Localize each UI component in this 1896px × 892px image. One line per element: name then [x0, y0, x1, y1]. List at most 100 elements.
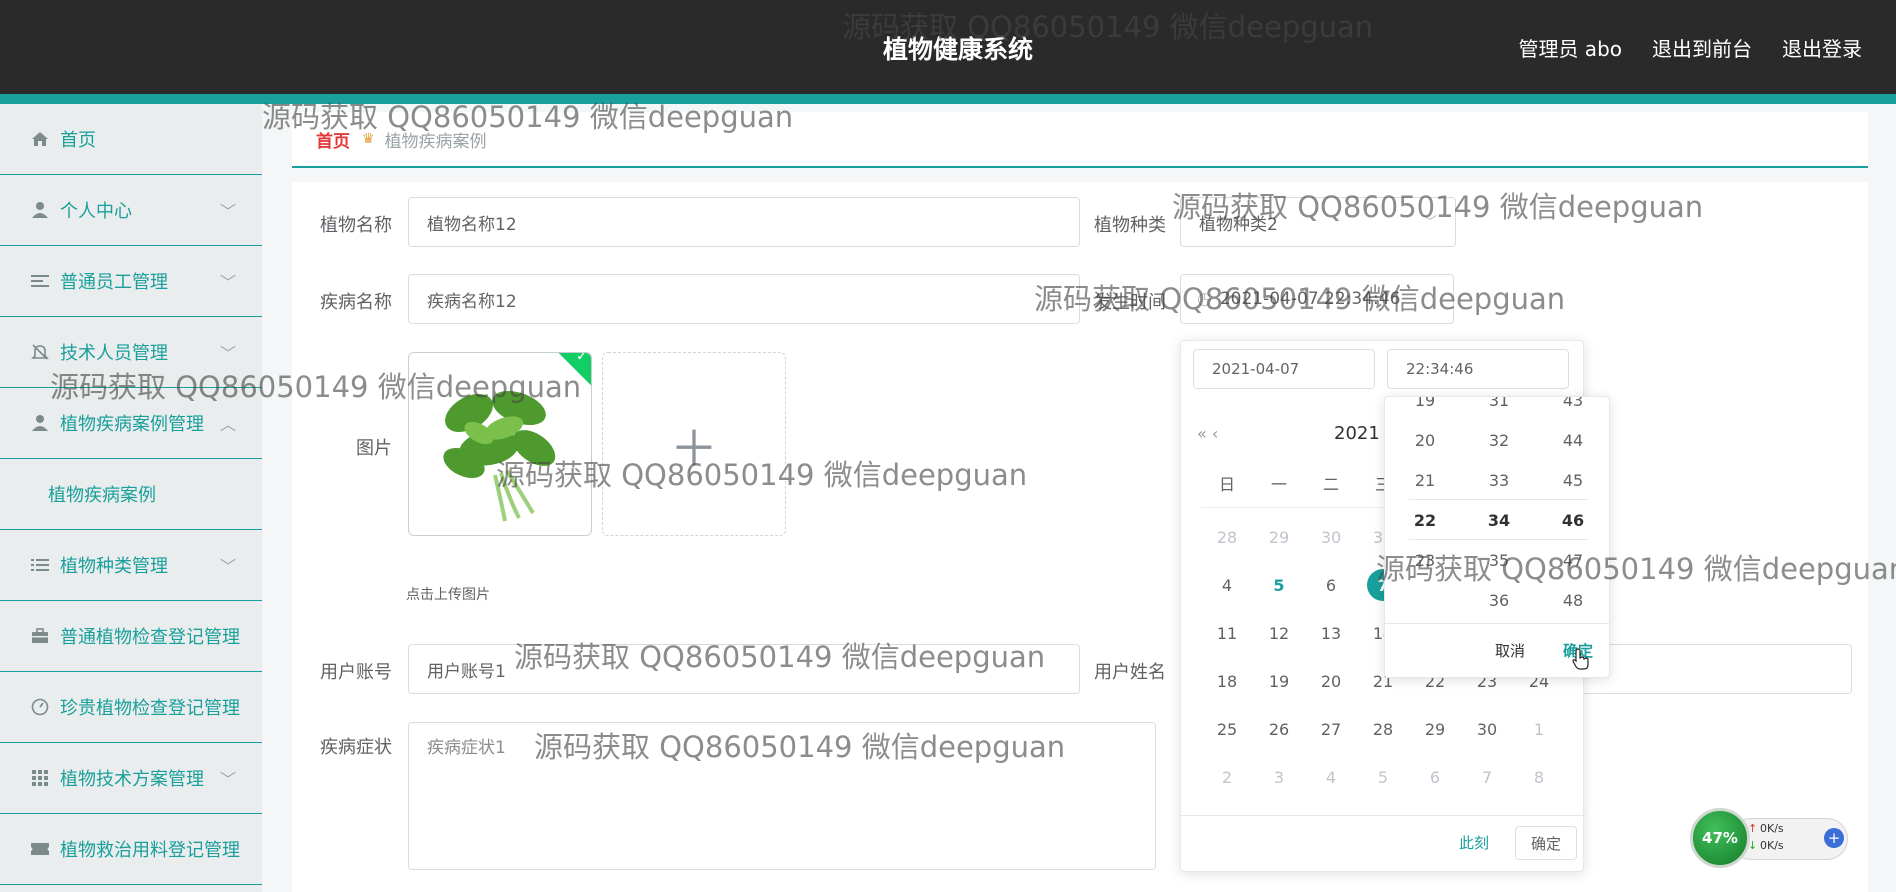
symptom-label: 疾病症状 [320, 737, 392, 758]
sidebar-item-staff-management[interactable]: 普通员工管理 ﹀ [0, 246, 262, 317]
time-option[interactable]: 32 [1469, 421, 1529, 461]
time-option[interactable]: 43 [1543, 397, 1603, 421]
time-option[interactable]: 36 [1469, 581, 1529, 621]
clock-icon: ◷ [1197, 289, 1212, 309]
sidebar-item-label: 植物疾病案例管理 [60, 414, 204, 435]
time-option[interactable] [1395, 581, 1455, 621]
time-option[interactable]: 44 [1543, 421, 1603, 461]
sidebar-item-common-inspection[interactable]: 普通植物检查登记管理 [0, 601, 262, 672]
time-cancel-button[interactable]: 取消 [1495, 640, 1525, 661]
disease-name-input[interactable]: 疾病名称12 [408, 274, 1080, 324]
calendar-day[interactable]: 4 [1201, 561, 1253, 609]
prev-year-month-icons[interactable]: « ‹ [1197, 424, 1218, 443]
plus-icon[interactable]: + [1824, 828, 1844, 848]
calendar-day[interactable]: 13 [1305, 609, 1357, 657]
sidebar-item-plant-type-management[interactable]: 植物种类管理 ﹀ [0, 530, 262, 601]
time-option[interactable]: 19 [1395, 397, 1455, 421]
calendar-day-today[interactable]: 5 [1253, 561, 1305, 609]
time-option[interactable]: 46 [1543, 501, 1603, 541]
now-button[interactable]: 此刻 [1459, 832, 1489, 853]
breadcrumb-home[interactable]: 首页 [316, 127, 350, 152]
account-label: 用户账号 [320, 662, 392, 683]
sidebar-item-treatment-material[interactable]: 植物救治用料登记管理 [0, 814, 262, 885]
download-speed: 0K/s [1760, 839, 1784, 852]
logout-link[interactable]: 退出登录 [1782, 33, 1862, 62]
hand-cursor-icon [1572, 648, 1589, 670]
sidebar-item-label: 植物救治用料登记管理 [60, 840, 240, 861]
picker-ok-button[interactable]: 确定 [1515, 826, 1577, 860]
sidebar-item-disease-case-management[interactable]: 植物疾病案例管理 ︿ [0, 388, 262, 459]
weekday-label: 二 [1322, 475, 1339, 494]
download-arrow-icon: ↓ [1748, 839, 1758, 852]
time-option[interactable]: 23 [1395, 541, 1455, 581]
calendar-day[interactable]: 8 [1513, 753, 1565, 801]
sidebar-item-label: 普通植物检查登记管理 [60, 627, 240, 648]
calendar-day[interactable]: 18 [1201, 657, 1253, 705]
calendar-day[interactable]: 12 [1253, 609, 1305, 657]
time-option[interactable]: 31 [1469, 397, 1529, 421]
sidebar-item-tech-plan-management[interactable]: 植物技术方案管理 ﹀ [0, 743, 262, 814]
sidebar-subitem-disease-case[interactable]: 植物疾病案例 [0, 459, 262, 530]
calendar-day[interactable]: 26 [1253, 705, 1305, 753]
briefcase-icon [30, 626, 50, 646]
calendar-day[interactable]: 3 [1253, 753, 1305, 801]
time-option[interactable]: 48 [1543, 581, 1603, 621]
exit-to-frontend-link[interactable]: 退出到前台 [1652, 33, 1752, 62]
occur-time-input[interactable]: ◷ 2021-04-07 22:34:46 [1180, 274, 1454, 324]
network-speed-widget[interactable]: 47% ↑ 0K/s ↓ 0K/s + [1690, 808, 1850, 868]
header-accent-bar [0, 94, 1896, 104]
weekday-label: 一 [1270, 475, 1287, 494]
picker-date-input[interactable]: 2021-04-07 [1193, 349, 1375, 389]
calendar-day[interactable]: 27 [1305, 705, 1357, 753]
hour-column[interactable]: 19 20 21 22 23 [1395, 397, 1455, 661]
image-label: 图片 [356, 438, 392, 459]
uploaded-image-thumbnail[interactable]: ✓ [408, 352, 592, 536]
calendar-day[interactable]: 6 [1305, 561, 1357, 609]
sidebar-item-rare-inspection[interactable]: 珍贵植物检查登记管理 [0, 672, 262, 743]
plant-name-input[interactable]: 植物名称12 [408, 197, 1080, 247]
time-option[interactable]: 22 [1395, 501, 1455, 541]
symptom-textarea[interactable]: 疾病症状1 [408, 722, 1156, 870]
time-option[interactable]: 45 [1543, 461, 1603, 501]
calendar-day[interactable]: 6 [1409, 753, 1461, 801]
plant-type-select[interactable]: 植物种类2 ﹀ [1180, 197, 1456, 247]
upload-add-button[interactable]: ＋ [602, 352, 786, 536]
picker-time-input[interactable]: 22:34:46 [1387, 349, 1569, 389]
calendar-day[interactable]: 5 [1357, 753, 1409, 801]
sidebar-item-home[interactable]: 首页 [0, 104, 262, 175]
chevron-down-icon: ﹀ [219, 770, 236, 789]
plant-type-label: 植物种类 [1094, 215, 1166, 236]
sidebar-item-personal-center[interactable]: 个人中心 ﹀ [0, 175, 262, 246]
account-input[interactable]: 用户账号1 [408, 644, 1080, 694]
calendar-day[interactable]: 1 [1513, 705, 1565, 753]
calendar-day[interactable]: 28 [1357, 705, 1409, 753]
calendar-day[interactable]: 2 [1201, 753, 1253, 801]
calendar-day[interactable]: 20 [1305, 657, 1357, 705]
calendar-day[interactable]: 29 [1253, 513, 1305, 561]
time-option[interactable]: 34 [1469, 501, 1529, 541]
calendar-day[interactable]: 30 [1461, 705, 1513, 753]
sidebar-item-label: 植物疾病案例 [48, 485, 156, 506]
sidebar-item-technician-management[interactable]: 技术人员管理 ﹀ [0, 317, 262, 388]
calendar-day[interactable]: 30 [1305, 513, 1357, 561]
time-option[interactable]: 20 [1395, 421, 1455, 461]
calendar-day[interactable]: 4 [1305, 753, 1357, 801]
minute-column[interactable]: 31 32 33 34 35 36 [1469, 397, 1529, 661]
calendar-day[interactable]: 25 [1201, 705, 1253, 753]
time-option[interactable]: 33 [1469, 461, 1529, 501]
calendar-day[interactable]: 11 [1201, 609, 1253, 657]
picker-footer: 此刻 确定 [1181, 815, 1585, 871]
chevron-down-icon: ﹀ [219, 557, 236, 576]
time-option[interactable]: 21 [1395, 461, 1455, 501]
calendar-day[interactable]: 29 [1409, 705, 1461, 753]
top-header: 植物健康系统 管理员 abo 退出到前台 退出登录 [0, 0, 1896, 94]
list-icon [30, 271, 50, 291]
chevron-up-icon: ︿ [219, 415, 236, 434]
time-option[interactable]: 47 [1543, 541, 1603, 581]
calendar-day[interactable]: 7 [1461, 753, 1513, 801]
calendar-day[interactable]: 19 [1253, 657, 1305, 705]
second-column[interactable]: 43 44 45 46 47 48 [1543, 397, 1603, 661]
time-option[interactable]: 35 [1469, 541, 1529, 581]
calendar-day[interactable]: 28 [1201, 513, 1253, 561]
breadcrumb-current: 植物疾病案例 [384, 131, 487, 152]
